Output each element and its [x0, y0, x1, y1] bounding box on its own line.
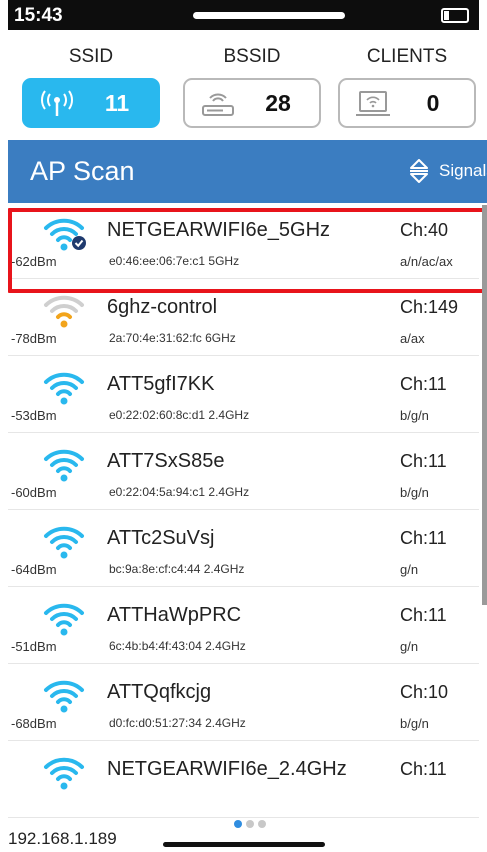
- ssid-counter[interactable]: SSID 11: [22, 30, 160, 134]
- bssid-band: e0:22:02:60:8c:d1 2.4GHz: [109, 408, 250, 422]
- page-title: AP Scan: [30, 156, 135, 186]
- signal-strength: -53dBm: [11, 408, 57, 423]
- wifi-signal-icon: [44, 372, 84, 405]
- page-dot: [234, 820, 242, 828]
- ssid-name: NETGEARWIFI6e_2.4GHz: [107, 758, 347, 780]
- ssid-name: ATTQqfkcjg: [107, 681, 212, 703]
- counter-panel: SSID 11 BSSID 28 CLIENTS 0: [22, 30, 482, 134]
- channel: Ch:11: [400, 759, 447, 779]
- camera-pill: [193, 12, 345, 19]
- bssid-counter-label: BSSID: [223, 46, 281, 67]
- channel: Ch:10: [400, 682, 449, 702]
- page-dot: [258, 820, 266, 828]
- wifi-signal-icon: [44, 526, 84, 559]
- scrollbar[interactable]: [482, 205, 487, 605]
- wifi-mode: g/n: [400, 639, 419, 654]
- ap-row[interactable]: -60dBm ATT7SxS85e e0:22:04:5a:94:c1 2.4GHz…: [8, 434, 479, 510]
- ap-row[interactable]: -68dBm ATTQqfkcjg d0:fc:d0:51:27:34 2.4GHz…: [8, 665, 479, 741]
- bssid-count: 28: [265, 90, 291, 116]
- wifi-signal-icon: [44, 603, 84, 636]
- wifi-signal-icon: [44, 757, 84, 790]
- signal-strength: -68dBm: [11, 716, 57, 731]
- ap-row[interactable]: -64dBm ATTc2SuVsj bc:9a:8e:cf:c4:44 2.4GHz…: [8, 511, 479, 587]
- ap-scan-header: AP Scan Signals: [8, 140, 487, 203]
- laptop-wifi-icon: [356, 91, 390, 116]
- status-time: 15:43: [14, 5, 63, 26]
- channel: Ch:11: [400, 528, 447, 548]
- battery-icon: [441, 8, 469, 23]
- home-indicator[interactable]: [163, 842, 325, 847]
- clients-counter-label: CLIENTS: [366, 46, 448, 67]
- wifi-mode: a/ax: [400, 331, 425, 346]
- bssid-counter-button[interactable]: 28: [183, 78, 321, 128]
- page-indicator: [234, 820, 270, 830]
- ssid-name: ATTHaWpPRC: [107, 604, 242, 626]
- sort-icon[interactable]: [408, 159, 430, 183]
- bssid-band: 6c:4b:b4:4f:43:04 2.4GHz: [109, 639, 246, 653]
- channel: Ch:11: [400, 374, 447, 394]
- screen-edge: [0, 0, 8, 852]
- ssid-name: ATTc2SuVsj: [107, 527, 215, 549]
- signal-strength: -78dBm: [11, 331, 57, 346]
- ap-row[interactable]: -51dBm ATTHaWpPRC 6c:4b:b4:4f:43:04 2.4GHz…: [8, 588, 479, 664]
- clients-count: 0: [426, 90, 440, 116]
- channel: Ch:149: [400, 297, 459, 317]
- selected-row-highlight: [8, 208, 487, 293]
- bssid-counter[interactable]: BSSID 28: [183, 30, 321, 134]
- signal-strength: -60dBm: [11, 485, 57, 500]
- status-bar: 15:43: [8, 0, 479, 30]
- signal-strength: -51dBm: [11, 639, 57, 654]
- ap-row[interactable]: -53dBm ATT5gfI7KK e0:22:02:60:8c:d1 2.4GHz…: [8, 357, 479, 433]
- wifi-mode: g/n: [400, 562, 419, 577]
- ssid-name: ATT7SxS85e: [107, 450, 225, 472]
- wifi-mode: b/g/n: [400, 408, 429, 423]
- page-dot: [246, 820, 254, 828]
- ssid-count: 11: [104, 90, 130, 116]
- ssid-name: 6ghz-control: [107, 296, 218, 318]
- wifi-mode: b/g/n: [400, 485, 429, 500]
- bssid-band: e0:22:04:5a:94:c1 2.4GHz: [109, 485, 250, 499]
- access-point-list[interactable]: -62dBm NETGEARWIFI6e_5GHz e0:46:ee:06:7e:c…: [8, 203, 479, 823]
- ap-row[interactable]: NETGEARWIFI6e_2.4GHz Ch:11: [8, 742, 479, 818]
- ssid-name: ATT5gfI7KK: [107, 373, 215, 395]
- wifi-signal-icon: [44, 680, 84, 713]
- ip-address: 192.168.1.189: [8, 829, 117, 848]
- wifi-signal-icon: [44, 295, 84, 328]
- wifi-signal-icon: [44, 449, 84, 482]
- footer-bar: 192.168.1.189: [8, 820, 487, 852]
- clients-counter[interactable]: CLIENTS 0: [338, 30, 476, 134]
- channel: Ch:11: [400, 605, 447, 625]
- ssid-counter-button[interactable]: 11: [22, 78, 160, 128]
- wifi-mode: b/g/n: [400, 716, 429, 731]
- bssid-band: d0:fc:d0:51:27:34 2.4GHz: [109, 716, 246, 730]
- bssid-band: 2a:70:4e:31:62:fc 6GHz: [109, 331, 236, 345]
- router-icon: [202, 93, 234, 116]
- antenna-icon: [41, 90, 73, 116]
- clients-counter-button[interactable]: 0: [338, 78, 476, 128]
- signal-strength: -64dBm: [11, 562, 57, 577]
- sort-button[interactable]: Signals: [439, 161, 487, 181]
- bssid-band: bc:9a:8e:cf:c4:44 2.4GHz: [109, 562, 245, 576]
- ssid-counter-label: SSID: [68, 46, 114, 67]
- channel: Ch:11: [400, 451, 447, 471]
